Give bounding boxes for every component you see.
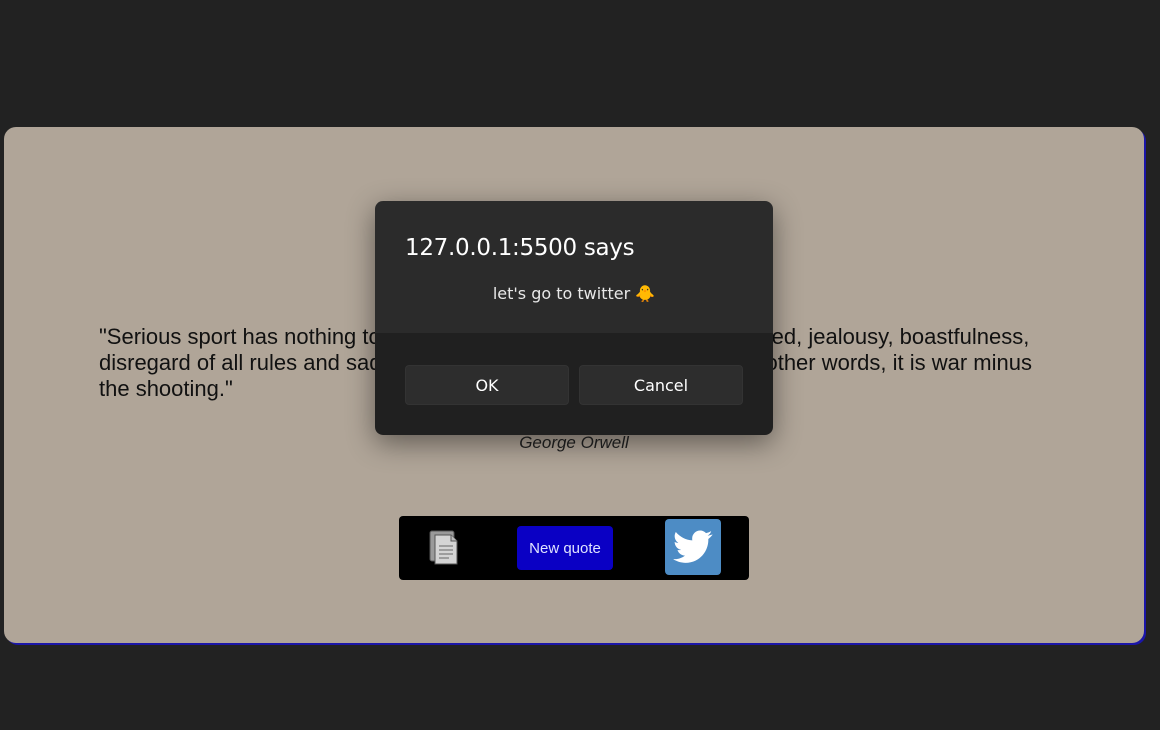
dialog-footer: OK Cancel xyxy=(375,333,773,435)
dialog-message: let's go to twitter 🐥 xyxy=(492,284,656,303)
action-toolbar: New quote xyxy=(399,516,749,580)
tweet-button[interactable] xyxy=(665,519,721,575)
ok-button[interactable]: OK xyxy=(405,365,569,405)
copy-quote-button[interactable] xyxy=(427,529,463,567)
document-icon xyxy=(429,530,458,565)
alert-dialog: 127.0.0.1:5500 says let's go to twitter … xyxy=(375,201,773,435)
dialog-header: 127.0.0.1:5500 says let's go to twitter … xyxy=(375,201,773,333)
quote-author: George Orwell xyxy=(519,433,629,452)
new-quote-button[interactable]: New quote xyxy=(517,526,613,570)
dialog-title: 127.0.0.1:5500 says xyxy=(405,235,635,261)
cancel-button[interactable]: Cancel xyxy=(579,365,743,405)
twitter-bird-icon xyxy=(673,530,713,563)
